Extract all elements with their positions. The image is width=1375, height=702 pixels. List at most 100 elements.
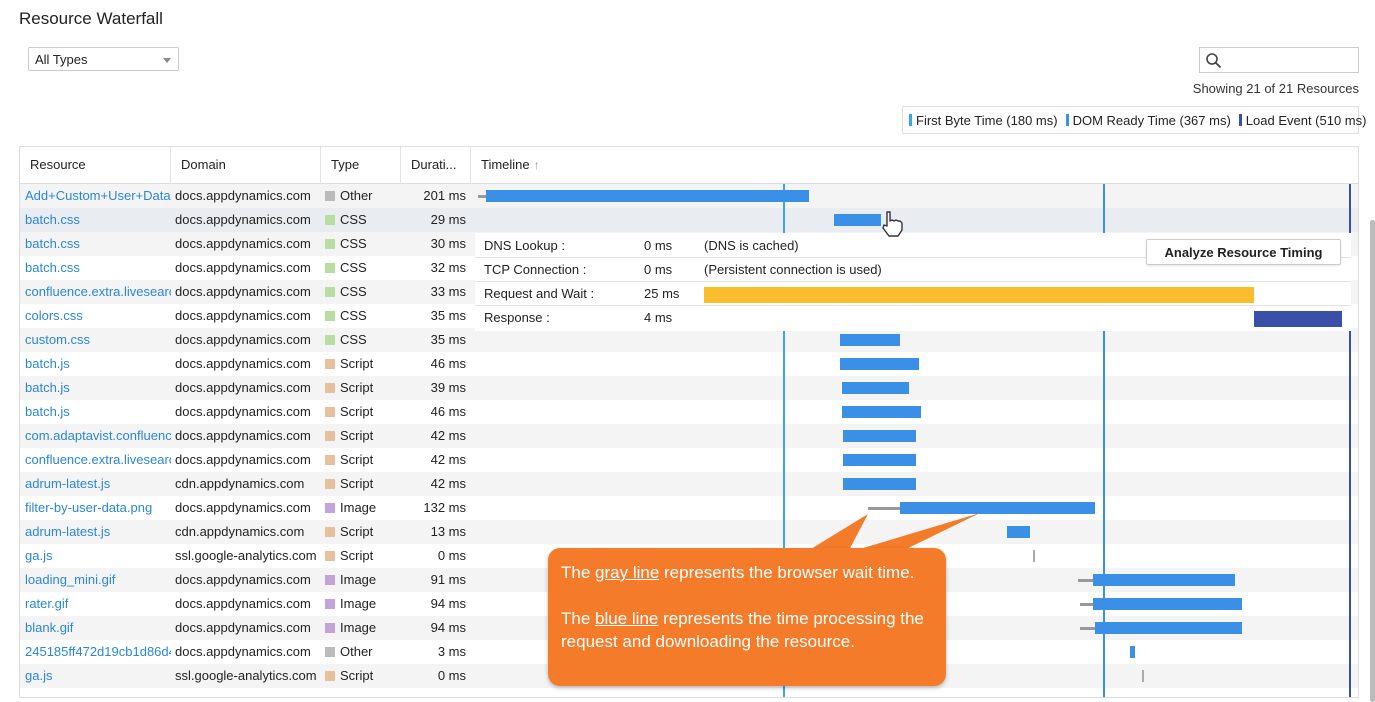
domain-cell: docs.appdynamics.com	[175, 644, 311, 659]
type-cell: CSS	[325, 208, 405, 232]
resource-link[interactable]: confluence.extra.livesearc	[25, 280, 171, 304]
resource-link[interactable]: ga.js	[25, 544, 171, 568]
type-cell: Script	[325, 520, 405, 544]
resource-link[interactable]: batch.css	[25, 232, 171, 256]
sort-ascending-icon[interactable]: ↑	[534, 147, 540, 183]
duration-cell: 3 ms	[437, 644, 466, 659]
type-swatch-icon	[325, 671, 335, 681]
legend-swatch-icon	[909, 114, 912, 126]
domain-cell: docs.appdynamics.com	[175, 332, 311, 347]
type-swatch-icon	[325, 479, 335, 489]
type-swatch-icon	[325, 575, 335, 585]
resource-link[interactable]: batch.css	[25, 256, 171, 280]
resource-link[interactable]: blank.gif	[25, 616, 171, 640]
duration-cell: 30 ms	[430, 236, 466, 251]
type-cell: CSS	[325, 232, 405, 256]
resource-link[interactable]: colors.css	[25, 304, 171, 328]
type-swatch-icon	[325, 215, 335, 225]
resource-count: Showing 21 of 21 Resources	[1192, 81, 1359, 96]
resource-timing-bar[interactable]	[1130, 646, 1135, 658]
grid-header: Resource Domain Type Durati... Timeline ↑	[20, 147, 1358, 184]
zero-duration-tick	[1033, 550, 1035, 562]
duration-cell: 13 ms	[430, 524, 466, 539]
resource-timing-bar[interactable]	[1007, 526, 1030, 538]
duration-cell: 33 ms	[430, 284, 466, 299]
vertical-scrollbar[interactable]	[1370, 220, 1375, 702]
type-filter-select[interactable]: All Types	[28, 47, 179, 71]
resource-link[interactable]: loading_mini.gif	[25, 568, 171, 592]
resource-link[interactable]: 245185ff472d19cb1d86d4	[25, 640, 171, 664]
resource-timing-bar[interactable]	[843, 454, 916, 466]
resource-timing-bar[interactable]	[843, 478, 916, 490]
duration-cell: 46 ms	[430, 404, 466, 419]
type-swatch-icon	[325, 623, 335, 633]
column-header-type[interactable]: Type	[321, 147, 401, 184]
resource-timing-bar[interactable]	[840, 334, 900, 346]
resource-timing-bar[interactable]	[834, 214, 881, 226]
resource-timing-bar[interactable]	[842, 406, 921, 418]
resource-link[interactable]: batch.js	[25, 376, 171, 400]
duration-cell: 42 ms	[430, 452, 466, 467]
page-title: Resource Waterfall	[19, 9, 163, 28]
domain-cell: ssl.google-analytics.com	[175, 668, 317, 683]
domain-cell: docs.appdynamics.com	[175, 380, 311, 395]
wait-time-line	[868, 507, 900, 510]
resource-link[interactable]: filter-by-user-data.png	[25, 496, 171, 520]
search-icon	[1206, 53, 1221, 68]
type-cell: Other	[325, 640, 405, 664]
resource-timing-bar[interactable]	[843, 430, 916, 442]
wait-time-line	[1080, 627, 1095, 630]
resource-link[interactable]: batch.js	[25, 352, 171, 376]
resource-timing-bar[interactable]	[900, 502, 1095, 514]
resource-timing-bar[interactable]	[486, 190, 809, 202]
type-cell: Script	[325, 352, 405, 376]
duration-cell: 29 ms	[430, 212, 466, 227]
legend-first-byte: First Byte Time (180 ms)	[909, 113, 1058, 128]
domain-cell: docs.appdynamics.com	[175, 500, 311, 515]
domain-cell: docs.appdynamics.com	[175, 572, 311, 587]
resource-link[interactable]: batch.js	[25, 400, 171, 424]
duration-cell: 201 ms	[423, 188, 466, 203]
annotation-callout: The gray line represents the browser wai…	[548, 548, 946, 686]
resource-timing-bar[interactable]	[840, 358, 919, 370]
resource-link[interactable]: adrum-latest.js	[25, 520, 171, 544]
domain-cell: docs.appdynamics.com	[175, 308, 311, 323]
duration-cell: 46 ms	[430, 356, 466, 371]
column-header-domain[interactable]: Domain	[171, 147, 321, 184]
domain-cell: docs.appdynamics.com	[175, 260, 311, 275]
type-swatch-icon	[325, 191, 335, 201]
duration-cell: 132 ms	[423, 500, 466, 515]
type-swatch-icon	[325, 263, 335, 273]
type-cell: Image	[325, 592, 405, 616]
analyze-resource-timing-button[interactable]: Analyze Resource Timing	[1146, 239, 1341, 265]
resource-link[interactable]: custom.css	[25, 328, 171, 352]
resource-link[interactable]: Add+Custom+User+Data+	[25, 184, 171, 208]
column-header-timeline[interactable]: Timeline ↑	[471, 147, 1358, 184]
type-cell: Image	[325, 568, 405, 592]
type-cell: CSS	[325, 280, 405, 304]
resource-timing-bar[interactable]	[1095, 622, 1242, 634]
column-header-resource[interactable]: Resource	[20, 147, 171, 184]
resource-timing-bar[interactable]	[842, 382, 909, 394]
type-swatch-icon	[325, 239, 335, 249]
search-input[interactable]	[1228, 50, 1353, 70]
type-swatch-icon	[325, 359, 335, 369]
resource-link[interactable]: batch.css	[25, 208, 171, 232]
duration-cell: 35 ms	[430, 308, 466, 323]
resource-link[interactable]: rater.gif	[25, 592, 171, 616]
domain-cell: docs.appdynamics.com	[175, 236, 311, 251]
resource-link[interactable]: confluence.extra.livesearc	[25, 448, 171, 472]
type-cell: Script	[325, 424, 405, 448]
resource-link[interactable]: ga.js	[25, 664, 171, 688]
type-cell: CSS	[325, 304, 405, 328]
duration-cell: 0 ms	[437, 668, 466, 683]
chevron-down-icon	[163, 58, 171, 63]
resource-link[interactable]: adrum-latest.js	[25, 472, 171, 496]
resource-link[interactable]: com.adaptavist.confluenc	[25, 424, 171, 448]
resource-timing-bar[interactable]	[1093, 574, 1235, 586]
callout-blue-line-text: The blue line represents the time proces…	[561, 609, 924, 651]
search-field[interactable]	[1199, 47, 1359, 73]
detail-row-response: Response : 4 ms	[475, 306, 1351, 330]
resource-timing-bar[interactable]	[1093, 598, 1242, 610]
column-header-duration[interactable]: Durati...	[401, 147, 471, 184]
